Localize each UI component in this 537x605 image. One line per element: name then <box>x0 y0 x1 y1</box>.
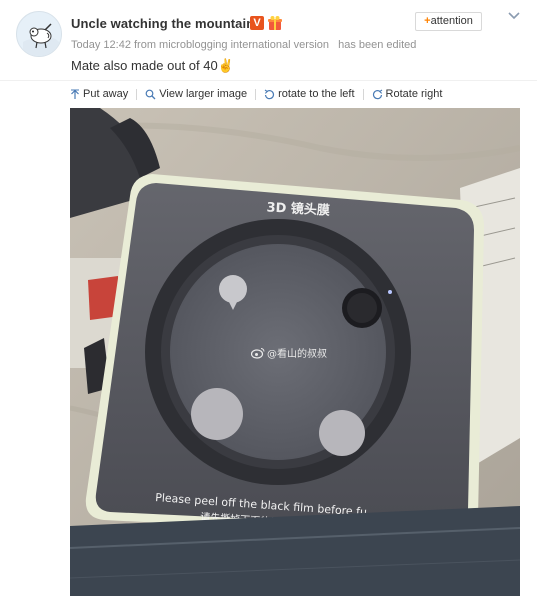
post-meta: Today 12:42 from microblogging internati… <box>71 39 416 51</box>
chevron-down-icon[interactable] <box>507 9 521 21</box>
follow-button[interactable]: +attention <box>415 12 482 31</box>
weibo-icon <box>251 347 265 359</box>
image-watermark: @看山的叔叔 <box>251 345 327 360</box>
rotate-right-button[interactable]: Rotate right <box>372 88 443 100</box>
lens-film-title: 3D 镜头膜 <box>266 199 330 218</box>
image-toolbar: Put away View larger image rotate to the… <box>70 86 442 102</box>
view-larger-label: View larger image <box>159 88 248 100</box>
post-text: Mate also made out of 40✌ <box>71 58 234 74</box>
put-away-button[interactable]: Put away <box>70 88 128 100</box>
post-time[interactable]: Today 12:42 <box>71 39 131 51</box>
rotate-left-icon <box>264 89 275 99</box>
rotate-left-button[interactable]: rotate to the left <box>264 88 355 100</box>
victory-hand-emoji: ✌ <box>217 58 234 73</box>
edited-label: has been edited <box>338 39 417 51</box>
avatar[interactable] <box>16 11 62 57</box>
rotate-left-label: rotate to the left <box>278 88 355 100</box>
post-source: from microblogging international version <box>134 39 330 51</box>
gift-icon <box>267 15 283 31</box>
magnifier-icon <box>145 89 156 99</box>
divider <box>0 80 537 81</box>
arrow-up-icon <box>71 89 79 99</box>
view-larger-button[interactable]: View larger image <box>145 88 247 100</box>
put-away-label: Put away <box>83 88 129 100</box>
author-name[interactable]: Uncle watching the mountain <box>71 16 254 31</box>
toolbar-separator <box>362 88 364 100</box>
watermark-text: @看山的叔叔 <box>267 349 327 360</box>
rotate-right-label: Rotate right <box>385 88 443 100</box>
post-card: Uncle watching the mountain V Today 12:4… <box>0 0 537 605</box>
toolbar-separator <box>136 88 138 100</box>
post-text-body: Mate also made out of 40 <box>71 58 218 73</box>
post-image[interactable]: 3D 镜头膜 Please peel off the black film be… <box>70 108 520 596</box>
follow-label: attention <box>430 15 473 27</box>
verified-v-icon: V <box>250 16 264 30</box>
rotate-right-icon <box>372 89 382 99</box>
toolbar-separator <box>255 88 257 100</box>
